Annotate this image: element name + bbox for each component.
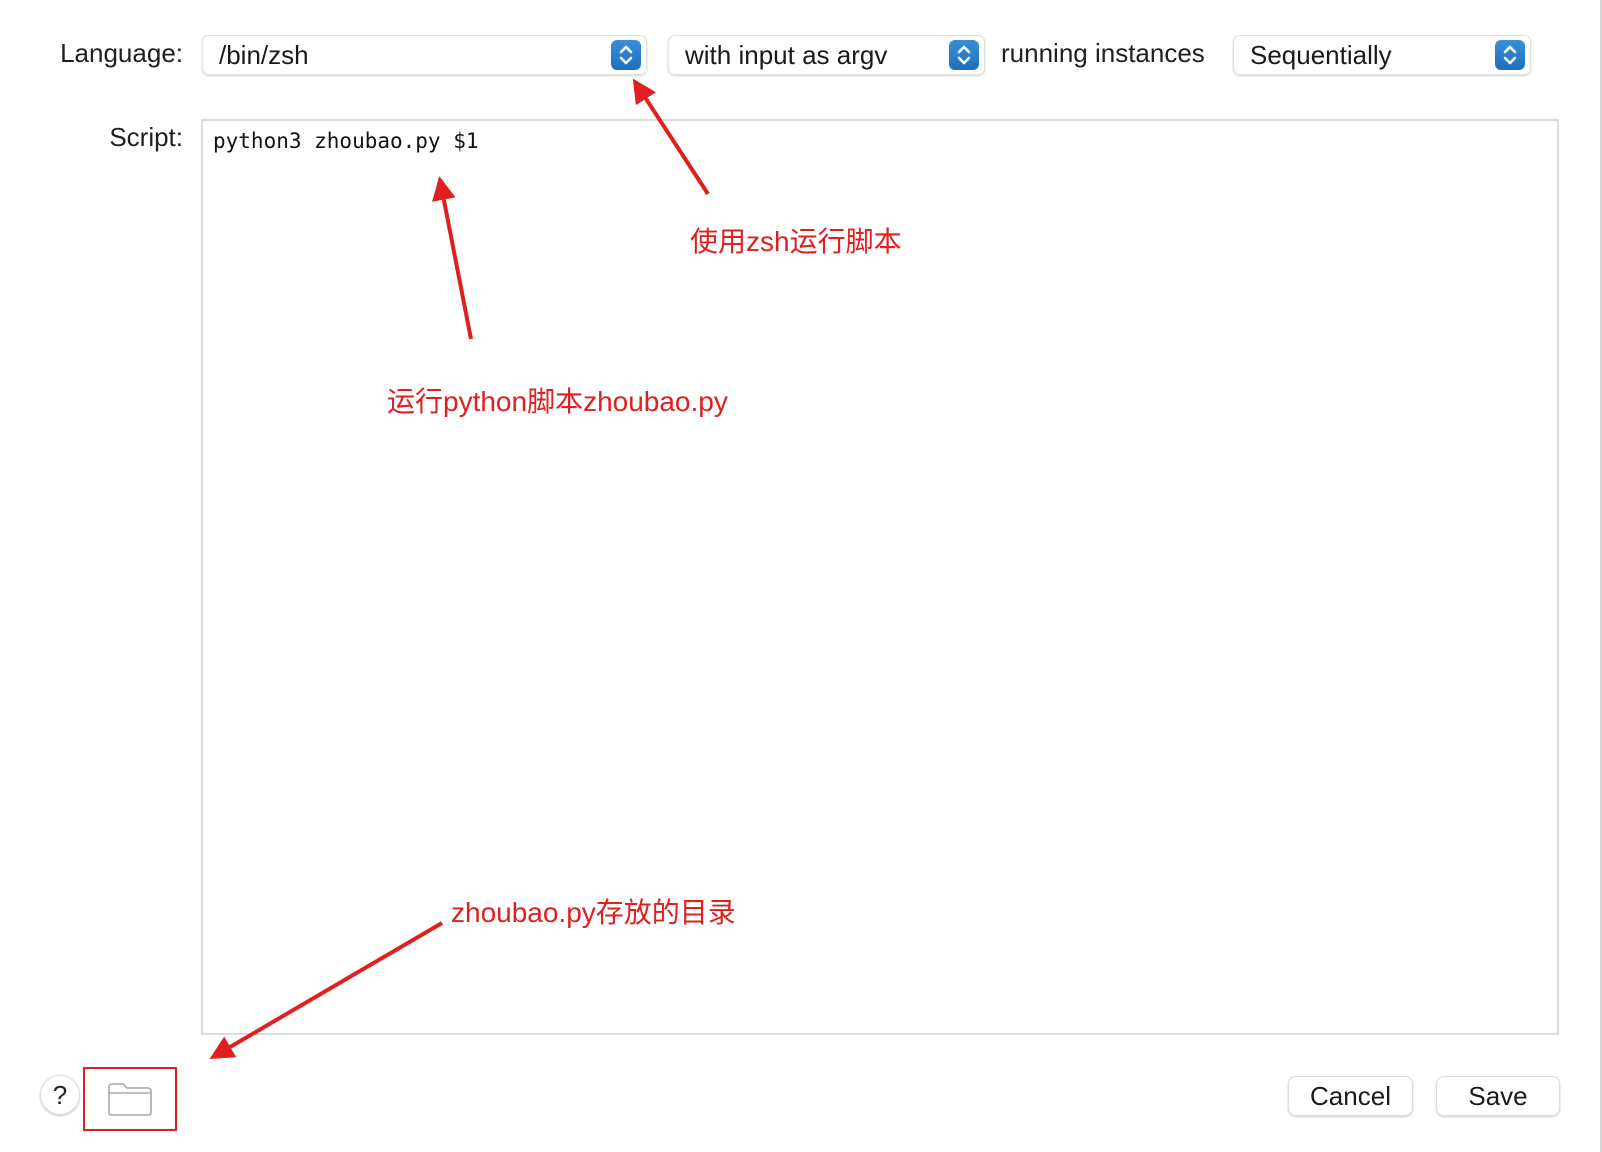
- running-instances-label: running instances: [1001, 38, 1205, 68]
- language-select[interactable]: /bin/zsh: [202, 35, 647, 75]
- running-instances-select[interactable]: Sequentially: [1233, 35, 1531, 75]
- chevron-up-down-icon: [949, 40, 979, 70]
- folder-highlight-box: [83, 1067, 177, 1131]
- help-button[interactable]: ?: [40, 1075, 80, 1115]
- script-editor-dialog: Language: /bin/zsh with input as argv ru…: [0, 0, 1602, 1152]
- input-mode-select[interactable]: with input as argv: [668, 35, 985, 75]
- script-text[interactable]: python3 zhoubao.py $1: [213, 129, 479, 153]
- input-mode-select-value: with input as argv: [685, 40, 888, 70]
- folder-icon[interactable]: [107, 1081, 153, 1122]
- chevron-up-down-icon: [1495, 40, 1525, 70]
- script-label: Script:: [109, 122, 183, 152]
- running-instances-select-value: Sequentially: [1250, 40, 1392, 70]
- chevron-up-down-icon: [611, 40, 641, 70]
- question-icon: ?: [52, 1080, 68, 1110]
- cancel-button[interactable]: Cancel: [1288, 1076, 1413, 1116]
- annotation-zsh: 使用zsh运行脚本: [690, 226, 902, 257]
- language-select-value: /bin/zsh: [219, 40, 309, 70]
- language-label: Language:: [60, 38, 183, 68]
- annotation-folder: zhoubao.py存放的目录: [451, 897, 736, 928]
- annotation-python: 运行python脚本zhoubao.py: [387, 386, 728, 417]
- save-button[interactable]: Save: [1436, 1076, 1560, 1116]
